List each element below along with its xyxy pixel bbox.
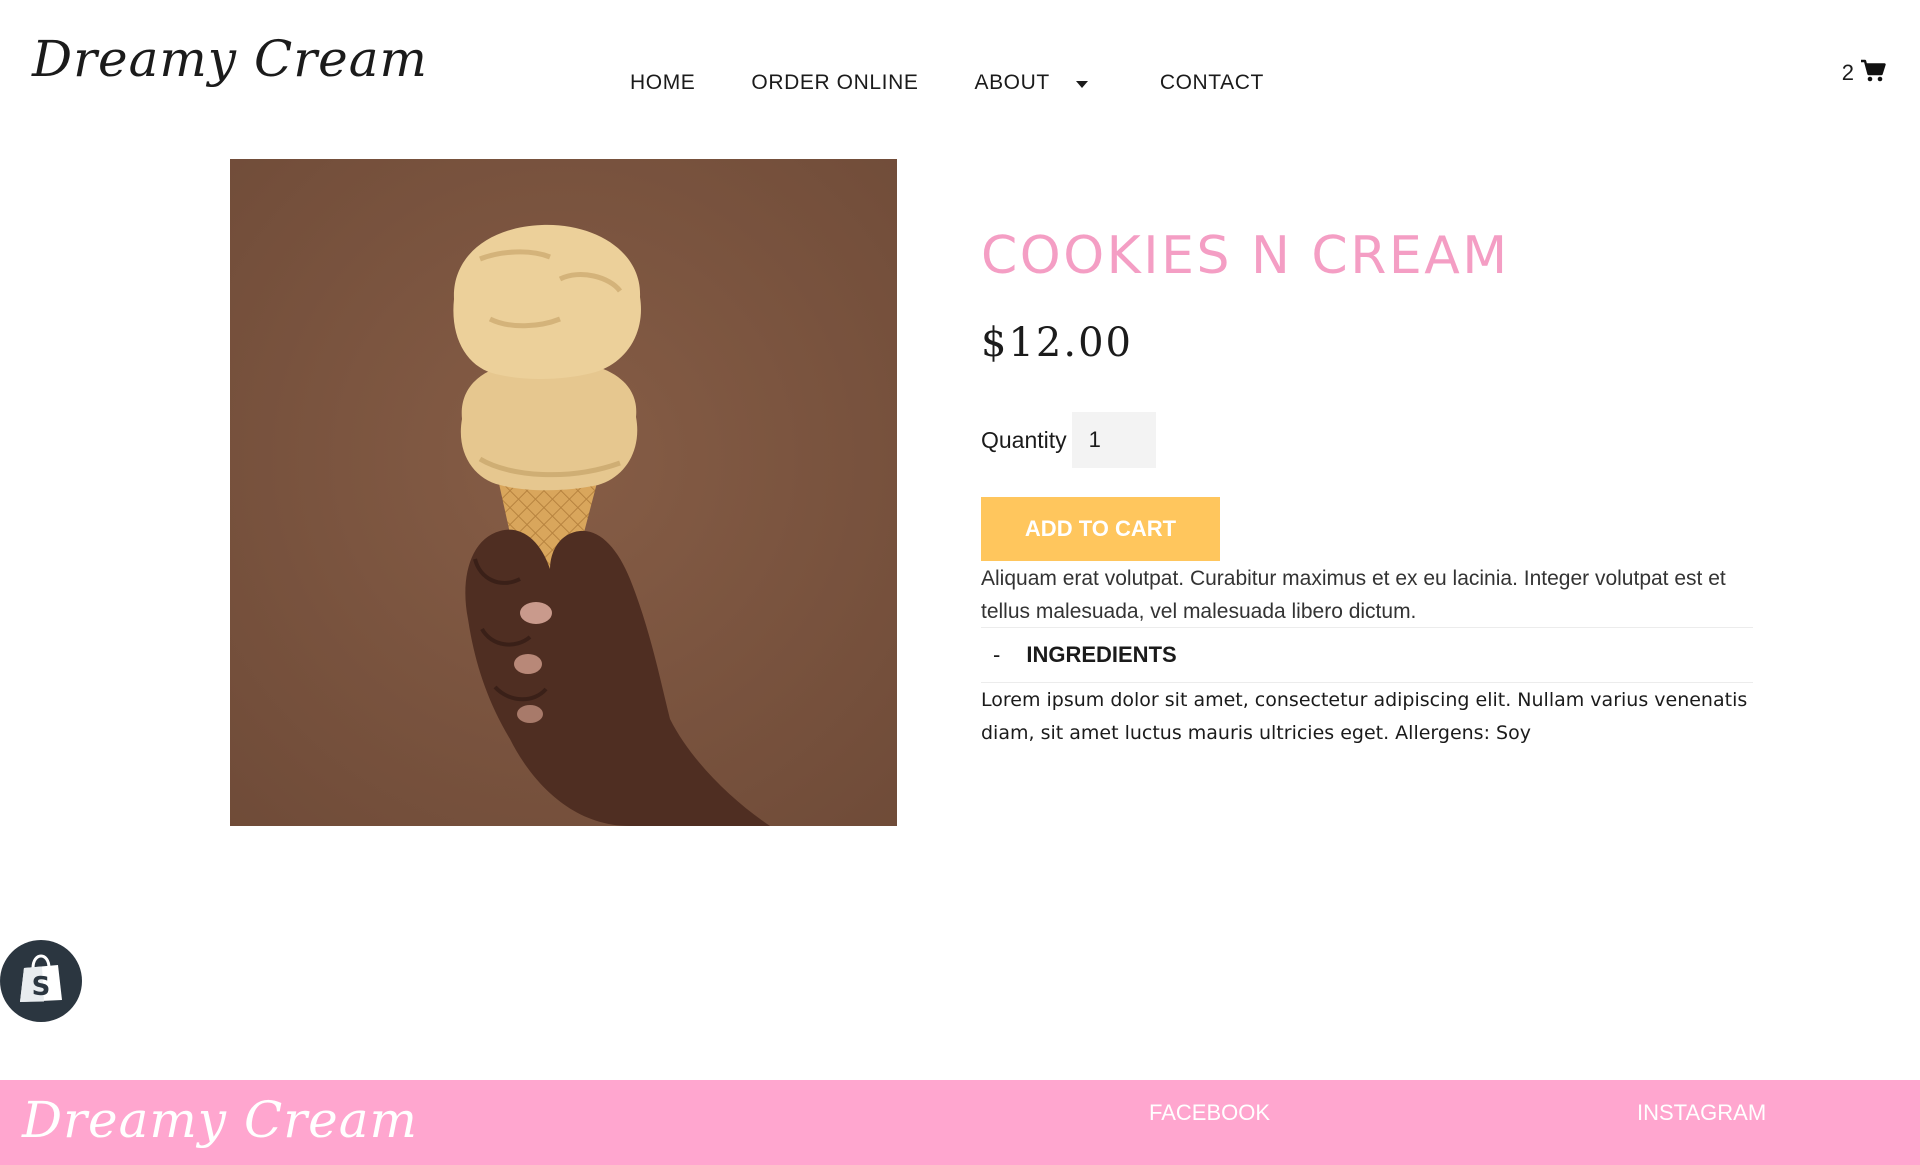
nav-about-label: ABOUT <box>974 71 1050 94</box>
quantity-input[interactable] <box>1071 412 1156 468</box>
site-footer: Dreamy Cream FACEBOOK INSTAGRAM <box>0 1080 1920 1165</box>
nav-about[interactable]: ABOUT <box>974 71 1088 95</box>
caret-down-icon[interactable] <box>1075 80 1088 88</box>
quantity-label: Quantity <box>981 426 1067 453</box>
nav-order-online[interactable]: ORDER ONLINE <box>751 71 918 95</box>
footer-facebook-link[interactable]: FACEBOOK <box>1149 1080 1270 1146</box>
svg-text:S: S <box>32 972 51 1002</box>
shopify-bag-icon: S <box>18 954 64 1008</box>
ingredients-label: INGREDIENTS <box>1026 642 1177 667</box>
ingredients-toggle[interactable]: - INGREDIENTS <box>981 627 1753 683</box>
cart-count: 2 <box>1841 60 1854 85</box>
product-details: COOKIES N CREAM $12.00 Quantity ADD TO C… <box>981 220 1753 744</box>
product-title: COOKIES N CREAM <box>981 226 1510 286</box>
product-price: $12.00 <box>981 320 1133 366</box>
site-logo[interactable]: Dreamy Cream <box>32 30 428 88</box>
quantity-row: Quantity <box>981 412 1156 468</box>
product-image <box>230 159 897 826</box>
nav-contact[interactable]: CONTACT <box>1160 71 1264 95</box>
collapse-icon: - <box>993 642 1001 667</box>
ingredients-text: Lorem ipsum dolor sit amet, consectetur … <box>981 689 1748 744</box>
cart-button[interactable]: 2 <box>1842 59 1886 87</box>
nav-home[interactable]: HOME <box>630 71 695 95</box>
product-description: Aliquam erat volutpat. Curabitur maximus… <box>981 567 1726 623</box>
footer-instagram-link[interactable]: INSTAGRAM <box>1637 1080 1766 1146</box>
shopify-badge[interactable]: S <box>0 940 82 1022</box>
shopping-cart-icon <box>1860 59 1886 87</box>
main-nav: HOME ORDER ONLINE ABOUT CONTACT <box>630 68 1264 98</box>
footer-logo[interactable]: Dreamy Cream <box>22 1080 418 1160</box>
add-to-cart-button[interactable]: ADD TO CART <box>981 497 1220 561</box>
